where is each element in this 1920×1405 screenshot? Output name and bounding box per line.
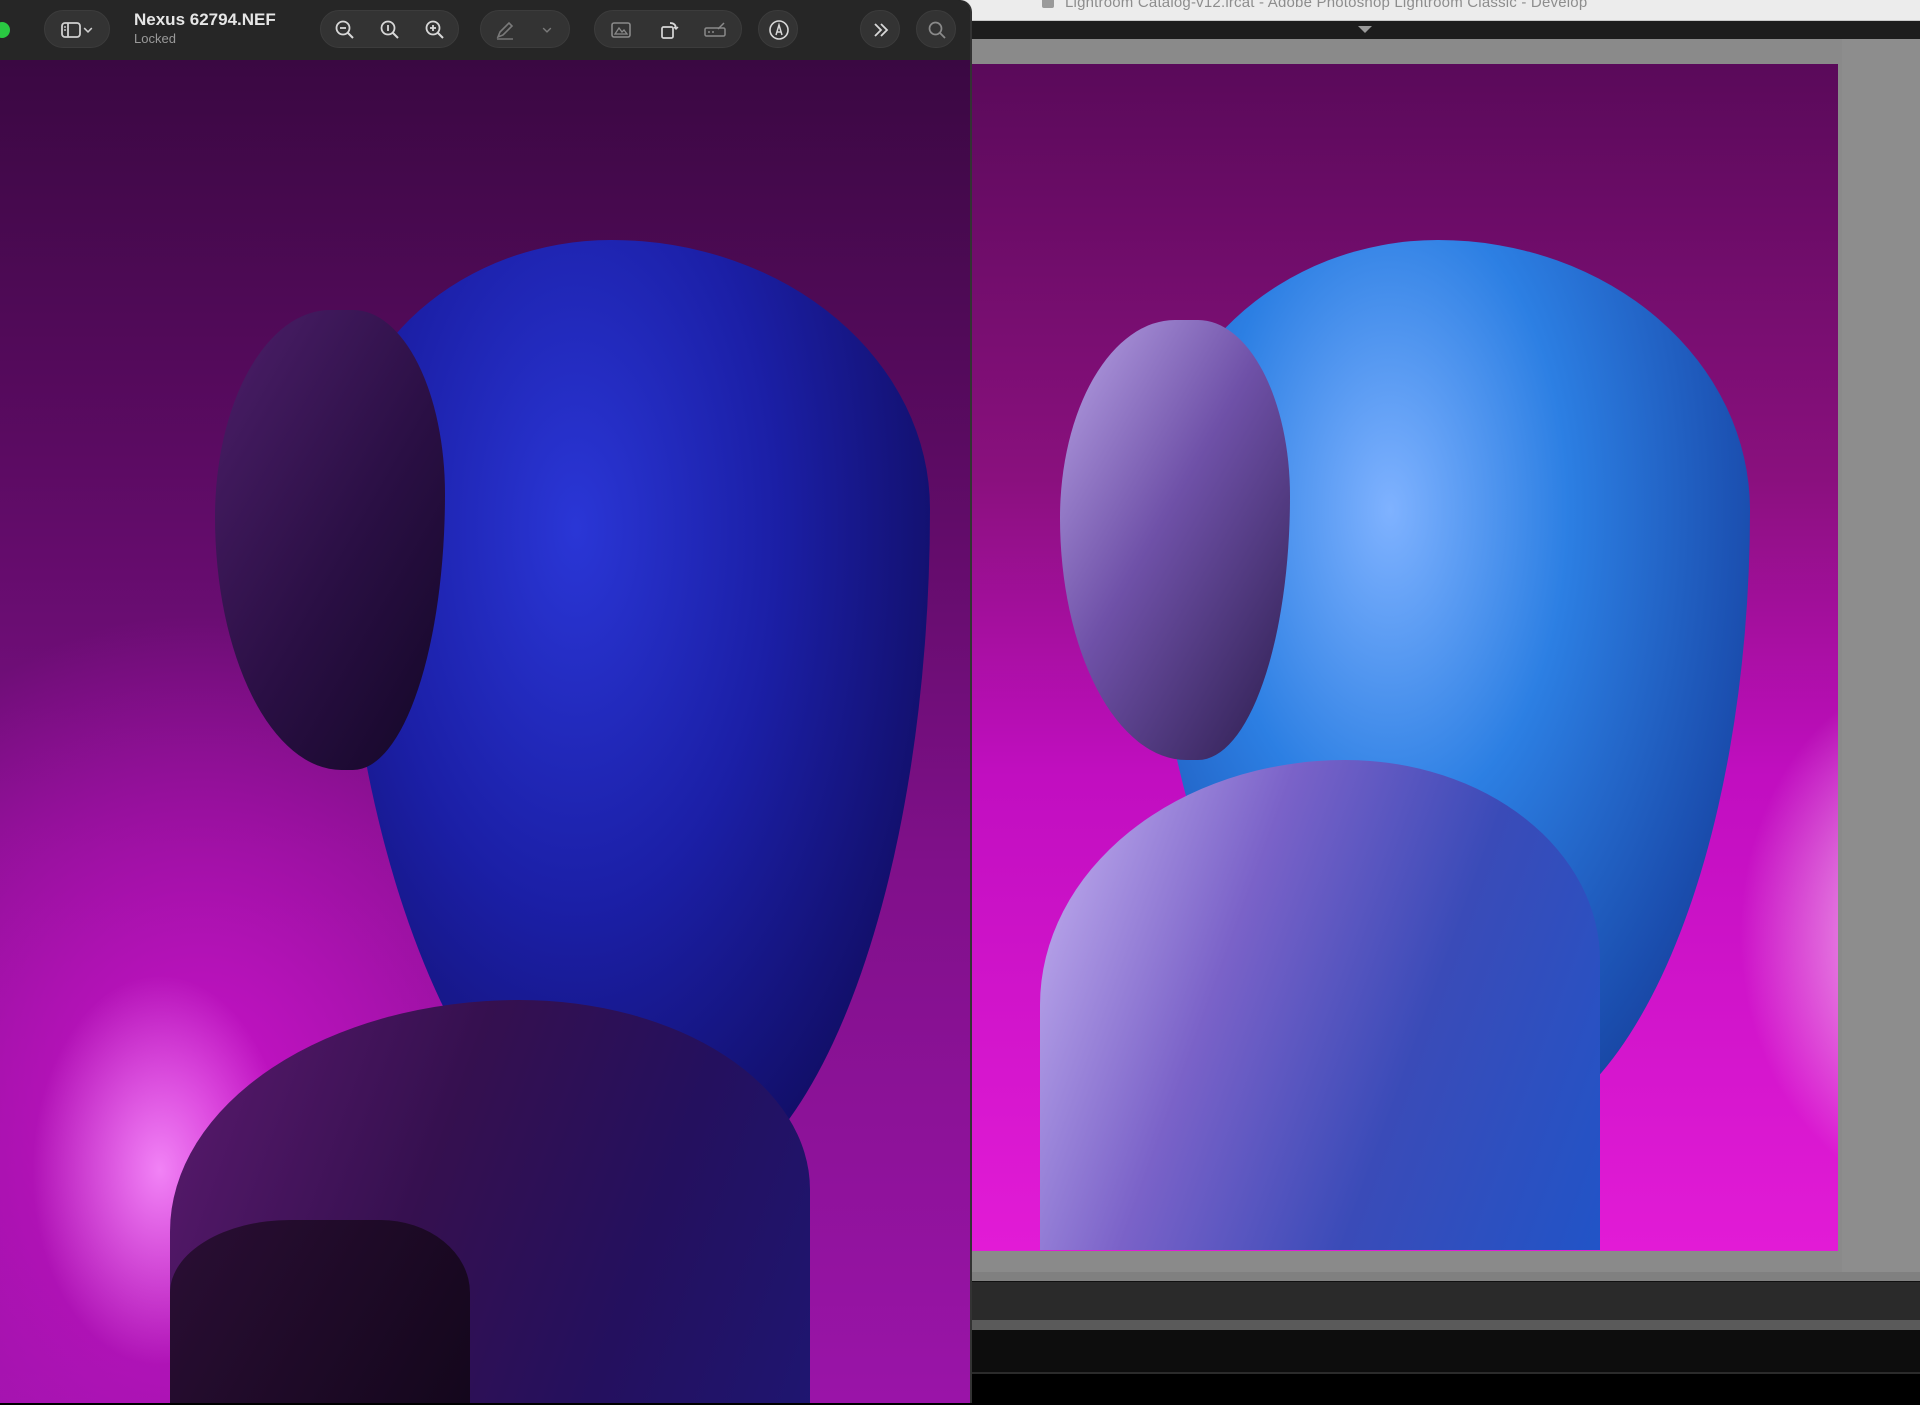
markup-pen-icon bbox=[485, 11, 525, 49]
chevron-down-icon bbox=[75, 11, 101, 49]
markup-button-group[interactable] bbox=[480, 10, 570, 48]
rotate-icon[interactable] bbox=[649, 11, 689, 49]
adjust-icon[interactable] bbox=[601, 11, 641, 49]
annotate-button[interactable] bbox=[758, 10, 798, 48]
edit-tools-group bbox=[594, 10, 742, 48]
annotate-icon bbox=[759, 11, 799, 49]
panel-toggle-triangle-icon[interactable] bbox=[1358, 26, 1372, 33]
search-button[interactable] bbox=[916, 10, 956, 48]
actual-size-icon[interactable] bbox=[370, 11, 410, 49]
original-photo[interactable] bbox=[0, 60, 970, 1403]
original-photo-face bbox=[215, 310, 445, 770]
window-zoom-button[interactable] bbox=[0, 22, 10, 38]
more-icon bbox=[861, 11, 901, 49]
search-icon bbox=[917, 11, 957, 49]
zoom-out-icon[interactable] bbox=[325, 11, 365, 49]
more-tools-button[interactable] bbox=[860, 10, 900, 48]
sign-icon[interactable] bbox=[695, 11, 735, 49]
lightroom-window-title: Lightroom Catalog-v12.lrcat - Adobe Phot… bbox=[1065, 0, 1588, 11]
document-title[interactable]: Nexus 62794.NEF bbox=[134, 10, 276, 30]
sidebar-toggle-button[interactable] bbox=[44, 10, 110, 48]
lightroom-right-panel-edge bbox=[1842, 39, 1920, 1272]
zoom-in-icon[interactable] bbox=[415, 11, 455, 49]
catalog-file-icon bbox=[1042, 0, 1054, 8]
document-status: Locked bbox=[134, 31, 176, 46]
original-photo-dress bbox=[170, 1220, 470, 1403]
zoom-control-group bbox=[320, 10, 459, 48]
preview-window: Nexus 62794.NEF Locked bbox=[0, 0, 970, 1403]
chevron-down-icon bbox=[529, 11, 565, 49]
preview-toolbar: Nexus 62794.NEF Locked bbox=[0, 0, 970, 61]
